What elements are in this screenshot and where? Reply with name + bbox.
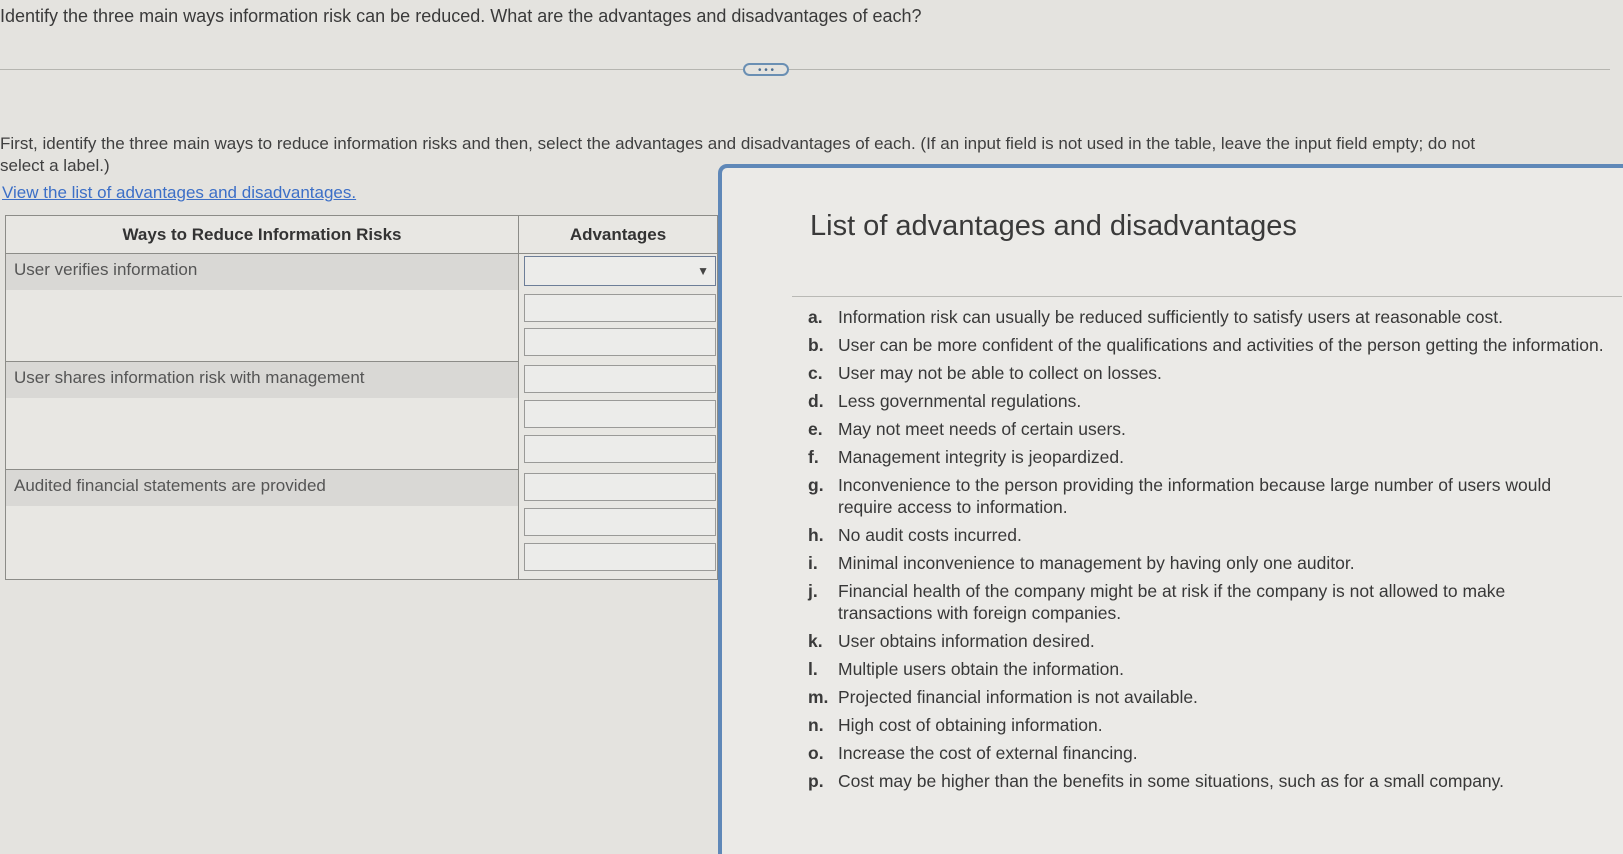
row-body-2 bbox=[6, 398, 519, 470]
list-item: n. High cost of obtaining information. bbox=[808, 715, 1103, 735]
chevron-down-icon: ▼ bbox=[697, 264, 709, 278]
advantages-popup: List of advantages and disadvantages a. I… bbox=[718, 164, 1623, 854]
list-item: p. Cost may be higher than the benefits i… bbox=[808, 771, 1504, 791]
row-label-audited: Audited financial statements are provide… bbox=[6, 470, 519, 506]
list-item: c. User may not be able to collect on los… bbox=[808, 363, 1162, 383]
advantage-input-6[interactable] bbox=[524, 435, 716, 463]
list-item: j. Financial health of the company might … bbox=[808, 581, 1506, 623]
header-advantages: Advantages bbox=[519, 216, 717, 254]
list-item: b. User can be more confident of the qual… bbox=[808, 335, 1604, 355]
list-item: i. Minimal inconvenience to management by… bbox=[808, 553, 1355, 573]
list-item: m. Projected financial information is not… bbox=[808, 687, 1198, 707]
list-item: o. Increase the cost of external financin… bbox=[808, 743, 1138, 763]
advantage-input-8[interactable] bbox=[524, 508, 716, 536]
list-item: g. Inconvenience to the person providing … bbox=[808, 475, 1552, 517]
row-body-3 bbox=[6, 506, 519, 579]
list-item: a. Information risk can usually be reduce… bbox=[808, 307, 1504, 327]
advantage-input-2[interactable] bbox=[524, 294, 716, 322]
advantage-input-5[interactable] bbox=[524, 400, 716, 428]
advantage-input-9[interactable] bbox=[524, 543, 716, 571]
list-item: k. User obtains information desired. bbox=[808, 631, 1095, 651]
list-item: f. Management integrity is jeopardized. bbox=[808, 447, 1124, 467]
advantages-list: a. Information risk can usually be reduce… bbox=[794, 306, 1604, 798]
list-item: h. No audit costs incurred. bbox=[808, 525, 1022, 545]
answer-table: Ways to Reduce Information Risks Advanta… bbox=[5, 215, 718, 580]
header-ways: Ways to Reduce Information Risks bbox=[6, 216, 519, 254]
view-list-link[interactable]: View the list of advantages and disadvan… bbox=[2, 183, 356, 203]
list-item: l. Multiple users obtain the information. bbox=[808, 659, 1124, 679]
row-body-1 bbox=[6, 290, 519, 362]
popup-divider bbox=[792, 296, 1622, 297]
row-label-user-shares: User shares information risk with manage… bbox=[6, 362, 519, 398]
advantage-select-1[interactable]: ▼ bbox=[524, 256, 716, 286]
question-text: Identify the three main ways information… bbox=[0, 6, 922, 26]
section-divider bbox=[0, 69, 1610, 70]
advantage-input-4[interactable] bbox=[524, 365, 716, 393]
advantage-input-3[interactable] bbox=[524, 328, 716, 356]
list-item: e. May not meet needs of certain users. bbox=[808, 419, 1126, 439]
popup-title: List of advantages and disadvantages bbox=[810, 210, 1297, 242]
advantage-input-7[interactable] bbox=[524, 473, 716, 501]
row-label-user-verifies: User verifies information bbox=[6, 254, 519, 290]
expand-button[interactable]: • • • bbox=[743, 63, 789, 76]
list-item: d. Less governmental regulations. bbox=[808, 391, 1082, 411]
